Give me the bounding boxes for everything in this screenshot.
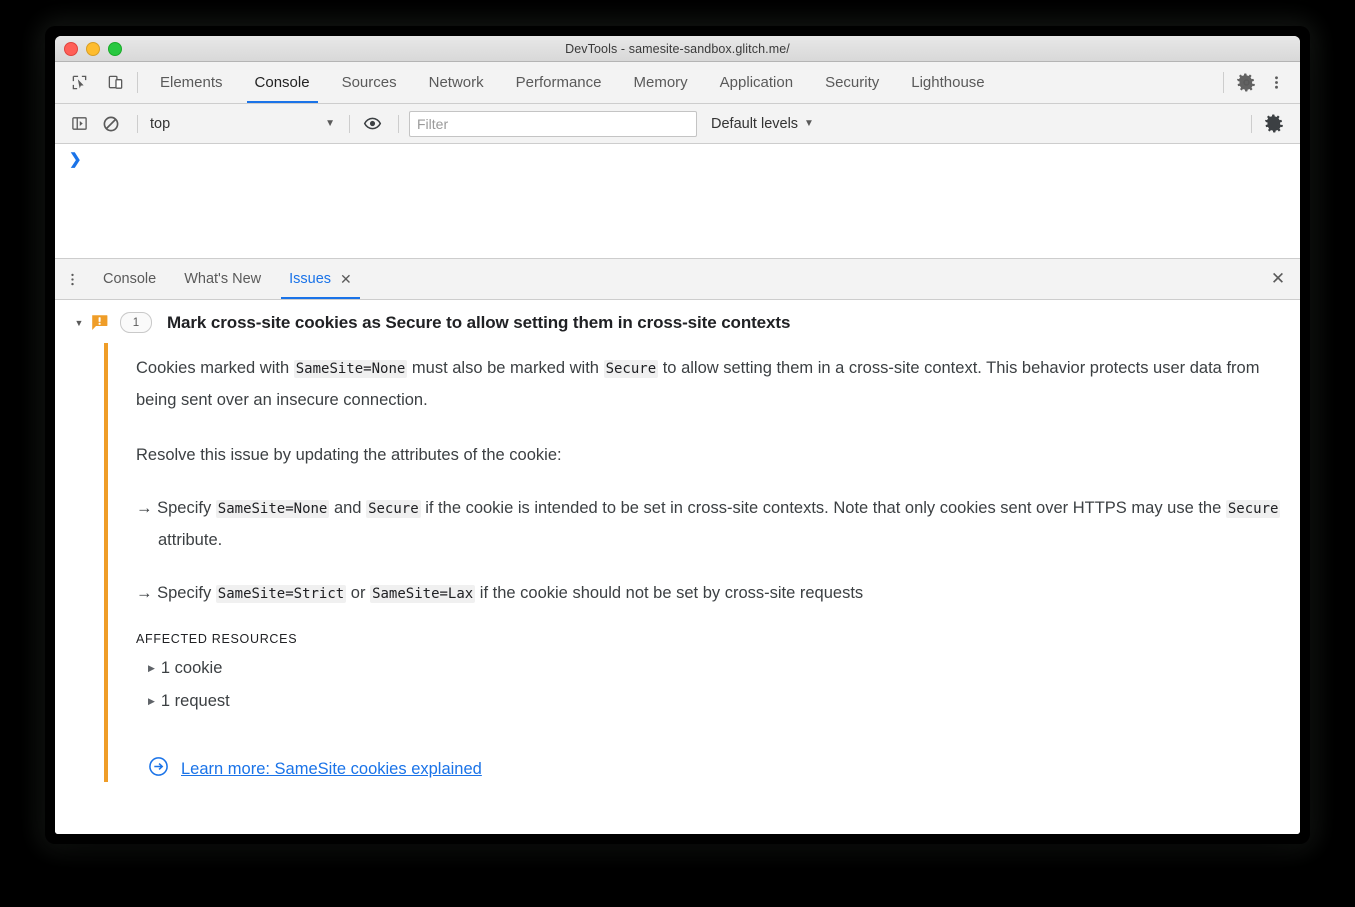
drawer-tab-label: Console [103, 271, 157, 287]
toolbar-divider-right [1223, 72, 1224, 93]
screen: DevTools - samesite-sandbox.glitch.me/ E… [0, 0, 1355, 907]
affected-resource-label: 1 request [160, 692, 230, 710]
clear-console-icon[interactable] [97, 110, 125, 138]
issue-body: Cookies marked with SameSite=None must a… [104, 343, 1300, 782]
toolbar-divider [398, 114, 399, 133]
tab-label: Elements [160, 74, 223, 91]
tab-label: Application [719, 74, 794, 91]
drawer-tab-console[interactable]: Console [89, 259, 170, 299]
execution-context-value: top [150, 115, 171, 132]
affected-resource-row[interactable]: ▶ 1 cookie [136, 652, 1300, 685]
tab-application[interactable]: Application [704, 62, 809, 103]
tab-security[interactable]: Security [809, 62, 895, 103]
minimize-window-button[interactable] [86, 41, 100, 56]
tab-console[interactable]: Console [239, 62, 326, 103]
drawer-tabbar: Console What's New Issues ✕ ✕ [55, 259, 1300, 300]
close-icon[interactable]: ✕ [340, 272, 352, 286]
window-controls[interactable] [64, 36, 122, 61]
affected-resource-row[interactable]: ▶ 1 request [136, 685, 1300, 718]
gear-icon[interactable] [1232, 69, 1260, 97]
issue-paragraph-2: Resolve this issue by updating the attri… [136, 446, 562, 464]
chevron-down-icon: ▼ [325, 118, 335, 129]
execution-context-select[interactable]: top ▼ [146, 116, 341, 132]
tab-label: Lighthouse [911, 74, 985, 91]
drawer-spacer [366, 259, 1256, 299]
inline-code: SameSite=None [215, 500, 330, 518]
main-tabbar: Elements Console Sources Network Perform… [55, 62, 1300, 104]
tab-label: Network [428, 74, 484, 91]
expand-twisty-icon[interactable]: ▶ [148, 652, 155, 685]
issue-paragraph-1: Cookies marked with SameSite=None must a… [136, 359, 1260, 409]
inline-code: Secure [366, 500, 421, 518]
inline-code: SameSite=Lax [370, 585, 476, 603]
tab-label: Sources [341, 74, 397, 91]
filter-input[interactable]: Filter [409, 110, 697, 137]
arrow-right-glyph-icon: → [136, 584, 153, 602]
tab-network[interactable]: Network [413, 62, 500, 103]
kebab-menu-icon[interactable] [1262, 69, 1290, 97]
expand-twisty-icon[interactable]: ▶ [148, 685, 155, 718]
inline-code: Secure [603, 360, 659, 378]
learn-more-link[interactable]: Learn more: SameSite cookies explained [181, 760, 482, 779]
issue-count-badge: 1 [120, 312, 152, 333]
chevron-down-icon: ▼ [804, 118, 814, 129]
devtools-window: DevTools - samesite-sandbox.glitch.me/ E… [55, 36, 1300, 834]
console-filter-toolbar: top ▼ Filter Default levels ▼ [55, 104, 1300, 144]
inline-code: SameSite=Strict [215, 585, 347, 603]
toolbar-left-icons [55, 62, 135, 103]
toolbar-divider [349, 114, 350, 133]
learn-more-row[interactable]: Learn more: SameSite cookies explained [136, 756, 1300, 782]
inline-code: Secure [1225, 500, 1281, 518]
console-output-area[interactable]: ❯ [55, 144, 1300, 259]
issue-bullet-2: → Specify SameSite=Strict or SameSite=La… [136, 584, 864, 603]
live-expression-icon[interactable] [358, 110, 386, 138]
drawer-tab-whats-new[interactable]: What's New [170, 259, 275, 299]
console-settings-gear-icon[interactable] [1260, 110, 1288, 138]
tab-label: Memory [633, 74, 688, 91]
toolbar-divider [137, 72, 138, 93]
issue-expand-twisty-icon[interactable]: ▼ [67, 318, 91, 328]
inline-code: SameSite=None [293, 360, 408, 378]
toolbar-divider [137, 114, 138, 133]
toolbar-divider [1251, 114, 1252, 133]
panel-tabs: Elements Console Sources Network Perform… [144, 62, 1221, 103]
close-window-button[interactable] [64, 41, 78, 56]
tab-label: Security [825, 74, 880, 91]
inspect-element-icon[interactable] [65, 69, 93, 97]
arrow-circle-right-icon [148, 756, 169, 782]
issue-title: Mark cross-site cookies as Secure to all… [167, 312, 791, 332]
issue-bullet-1: → Specify SameSite=None and Secure if th… [136, 499, 1281, 549]
warning-icon [91, 314, 108, 331]
tab-performance[interactable]: Performance [500, 62, 618, 103]
console-sidebar-icon[interactable] [65, 110, 93, 138]
tab-memory[interactable]: Memory [618, 62, 704, 103]
window-title: DevTools - samesite-sandbox.glitch.me/ [565, 41, 790, 56]
tab-elements[interactable]: Elements [144, 62, 239, 103]
tab-sources[interactable]: Sources [326, 62, 413, 103]
filter-placeholder: Filter [417, 115, 449, 132]
affected-resources-label: AFFECTED RESOURCES [136, 632, 298, 646]
device-toolbar-icon[interactable] [101, 69, 129, 97]
close-drawer-button[interactable]: ✕ [1256, 259, 1300, 299]
affected-resource-label: 1 cookie [160, 659, 223, 677]
issue-header-row[interactable]: ▼ 1 Mark cross-site cookies as Secure to… [55, 300, 1300, 343]
arrow-right-glyph-icon: → [136, 499, 153, 517]
drawer-tab-label: What's New [184, 271, 262, 287]
tab-label: Console [254, 74, 310, 91]
console-prompt-chevron-icon: ❯ [69, 151, 82, 168]
tab-lighthouse[interactable]: Lighthouse [895, 62, 1000, 103]
issues-panel: ▼ 1 Mark cross-site cookies as Secure to… [55, 300, 1300, 834]
close-icon: ✕ [1270, 269, 1286, 288]
toolbar-right-icons [1221, 62, 1300, 103]
drawer-tab-label: Issues [289, 271, 332, 287]
log-levels-value: Default levels [711, 115, 799, 132]
log-levels-select[interactable]: Default levels ▼ [711, 116, 814, 132]
drawer-tab-issues[interactable]: Issues ✕ [275, 259, 366, 299]
drawer-kebab-menu-icon[interactable] [55, 259, 89, 299]
zoom-window-button[interactable] [108, 41, 122, 56]
tab-label: Performance [515, 74, 602, 91]
window-titlebar: DevTools - samesite-sandbox.glitch.me/ [55, 36, 1300, 62]
